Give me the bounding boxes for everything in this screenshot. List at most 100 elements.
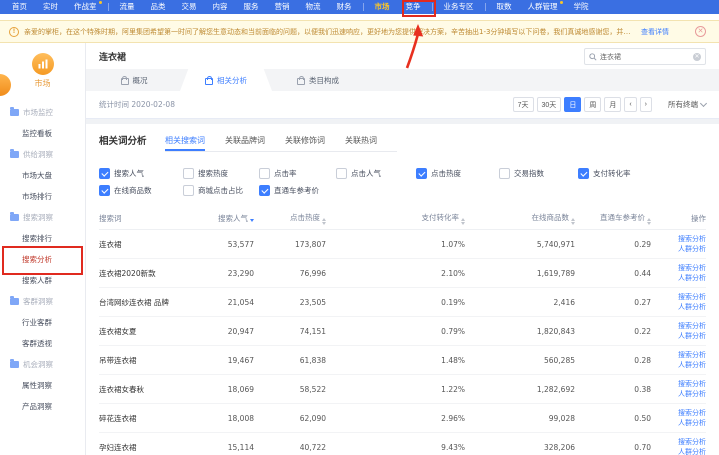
nav-item-home[interactable]: 首页	[4, 0, 35, 14]
nav-item-content[interactable]: 内容	[205, 0, 236, 14]
sidebar-item-industry-customer[interactable]: 行业客群	[0, 312, 85, 333]
nav-item-competition[interactable]: 竞争	[398, 0, 429, 14]
sidebar-section-label: 搜索洞察	[23, 212, 53, 223]
action-link-search-analysis[interactable]: 搜索分析	[651, 437, 706, 447]
notice-text: 亲爱的掌柜，在这个特殊时期，阿里集团希望第一时间了解您生意动态和当前面临的问题，…	[24, 27, 633, 37]
clear-search-icon[interactable]: ✕	[693, 53, 701, 61]
tab-label: 概况	[133, 75, 148, 86]
sort-icons[interactable]	[322, 218, 326, 225]
action-link-search-analysis[interactable]: 搜索分析	[651, 263, 706, 273]
notice-close-icon[interactable]: ✕	[695, 26, 706, 37]
action-link-crowd-analysis[interactable]: 人群分析	[651, 273, 706, 283]
action-link-crowd-analysis[interactable]: 人群分析	[651, 418, 706, 428]
value-cell: 99,028	[465, 404, 575, 433]
metric-checkbox-1-5[interactable]: 点击热度	[416, 168, 499, 179]
range-button-next[interactable]: ›	[640, 97, 652, 112]
column-header-label: 搜索词	[99, 214, 122, 223]
action-link-search-analysis[interactable]: 搜索分析	[651, 292, 706, 302]
sidebar-item-search-crowd[interactable]: 搜索人群	[0, 270, 85, 291]
column-header-支付转化率[interactable]: 支付转化率	[326, 208, 465, 230]
nav-item-business-zone[interactable]: 业务专区	[436, 0, 482, 14]
action-link-crowd-analysis[interactable]: 人群分析	[651, 331, 706, 341]
nav-item-data-fetch[interactable]: 取数	[489, 0, 520, 14]
metric-checkbox-1-4[interactable]: 点击人气	[336, 168, 416, 179]
action-link-search-analysis[interactable]: 搜索分析	[651, 350, 706, 360]
range-button-prev[interactable]: ‹	[624, 97, 636, 112]
sidebar-section-opportunity-insight: 机会洞察	[0, 354, 85, 375]
nav-item-marketing[interactable]: 营销	[267, 0, 298, 14]
sidebar-item-attribute-insight[interactable]: 属性洞察	[0, 375, 85, 396]
nav-item-category[interactable]: 品类	[143, 0, 174, 14]
analysis-tab-related-brand-words[interactable]: 关联品牌词	[225, 133, 265, 151]
sort-icons[interactable]	[571, 218, 575, 225]
terminal-filter-dropdown[interactable]: 所有终端	[668, 99, 706, 110]
nav-item-realtime[interactable]: 实时	[35, 0, 66, 14]
nav-divider	[485, 3, 486, 11]
folder-icon	[10, 361, 19, 368]
action-link-search-analysis[interactable]: 搜索分析	[651, 234, 706, 244]
analysis-tab-related-search-words[interactable]: 相关搜索词	[165, 133, 205, 151]
range-button-30d[interactable]: 30天	[537, 97, 562, 112]
action-link-crowd-analysis[interactable]: 人群分析	[651, 302, 706, 312]
analysis-tab-related-modifier-words[interactable]: 关联修饰词	[285, 133, 325, 151]
action-link-crowd-analysis[interactable]: 人群分析	[651, 389, 706, 399]
range-button-week[interactable]: 周	[584, 97, 601, 112]
column-header-搜索人气[interactable]: 搜索人气	[197, 208, 254, 230]
tab-overview[interactable]: 概况	[88, 69, 180, 91]
tab-category-composition[interactable]: 类目构成	[272, 69, 364, 91]
nav-item-war-room[interactable]: 作战室	[66, 0, 105, 14]
nav-item-trade[interactable]: 交易	[174, 0, 205, 14]
nav-item-market[interactable]: 市场	[367, 0, 398, 14]
actions-cell: 搜索分析人群分析	[651, 317, 706, 346]
tab-related-analysis[interactable]: 相关分析	[180, 69, 272, 91]
sort-icons[interactable]	[647, 218, 651, 225]
action-link-search-analysis[interactable]: 搜索分析	[651, 321, 706, 331]
sidebar-item-product-insight[interactable]: 产品洞察	[0, 396, 85, 417]
action-link-search-analysis[interactable]: 搜索分析	[651, 408, 706, 418]
sort-icons[interactable]	[461, 218, 465, 225]
sidebar-item-monitor-board[interactable]: 监控看板	[0, 123, 85, 144]
nav-item-crowd-management[interactable]: 人群管理	[520, 0, 566, 14]
keyword-search-box[interactable]: ✕	[584, 48, 706, 65]
analysis-tab-related-hot-words[interactable]: 关联热词	[345, 133, 377, 151]
sidebar-item-market-ranking[interactable]: 市场排行	[0, 186, 85, 207]
metric-checkbox-1-2[interactable]: 搜索热度	[183, 168, 259, 179]
metric-checkbox-1-7[interactable]: 支付转化率	[578, 168, 688, 179]
nav-item-finance[interactable]: 财务	[329, 0, 360, 14]
value-cell: 0.27	[575, 288, 651, 317]
nav-item-logistics[interactable]: 物流	[298, 0, 329, 14]
sidebar-item-customer-perspective[interactable]: 客群透视	[0, 333, 85, 354]
nav-item-service[interactable]: 服务	[236, 0, 267, 14]
column-header-label: 操作	[691, 214, 706, 223]
column-header-在线商品数[interactable]: 在线商品数	[465, 208, 575, 230]
range-button-7d[interactable]: 7天	[513, 97, 534, 112]
sidebar-item-search-ranking[interactable]: 搜索排行	[0, 228, 85, 249]
sidebar-item-market-overview[interactable]: 市场大盘	[0, 165, 85, 186]
action-link-search-analysis[interactable]: 搜索分析	[651, 379, 706, 389]
sidebar-item-search-analysis[interactable]: 搜索分析	[0, 249, 85, 270]
metric-checkbox-2-3[interactable]: 直通车参考价	[259, 185, 336, 196]
actions-cell: 搜索分析人群分析	[651, 404, 706, 433]
metric-checkbox-2-1[interactable]: 在线商品数	[99, 185, 183, 196]
action-link-crowd-analysis[interactable]: 人群分析	[651, 447, 706, 455]
nav-item-academy[interactable]: 学院	[566, 0, 597, 14]
metric-checkbox-panel: 搜索人气搜索热度点击率点击人气点击热度 交易指数 支付转化率在线商品数商城点击占比直…	[99, 165, 706, 199]
sort-desc-icon	[461, 222, 465, 225]
range-button-month[interactable]: 月	[604, 97, 621, 112]
action-link-crowd-analysis[interactable]: 人群分析	[651, 360, 706, 370]
sort-icons-active[interactable]	[250, 219, 254, 222]
column-header-直通车参考价[interactable]: 直通车参考价	[575, 208, 651, 230]
range-button-day[interactable]: 日	[564, 97, 581, 112]
metric-checkbox-1-3[interactable]: 点击率	[259, 168, 336, 179]
metric-label: 交易指数	[514, 168, 544, 179]
metric-checkbox-2-2[interactable]: 商城点击占比	[183, 185, 259, 196]
metric-checkbox-1-1[interactable]: 搜索人气	[99, 168, 183, 179]
search-input[interactable]	[600, 53, 690, 61]
value-cell: 1.48%	[326, 346, 465, 375]
column-header-点击热度[interactable]: 点击热度	[254, 208, 326, 230]
nav-item-traffic[interactable]: 流量	[112, 0, 143, 14]
action-link-crowd-analysis[interactable]: 人群分析	[651, 244, 706, 254]
metric-checkbox-1-6[interactable]: 交易指数	[499, 168, 578, 179]
notice-detail-link[interactable]: 查看详情	[641, 27, 669, 37]
sidebar-section-label: 客群洞察	[23, 296, 53, 307]
